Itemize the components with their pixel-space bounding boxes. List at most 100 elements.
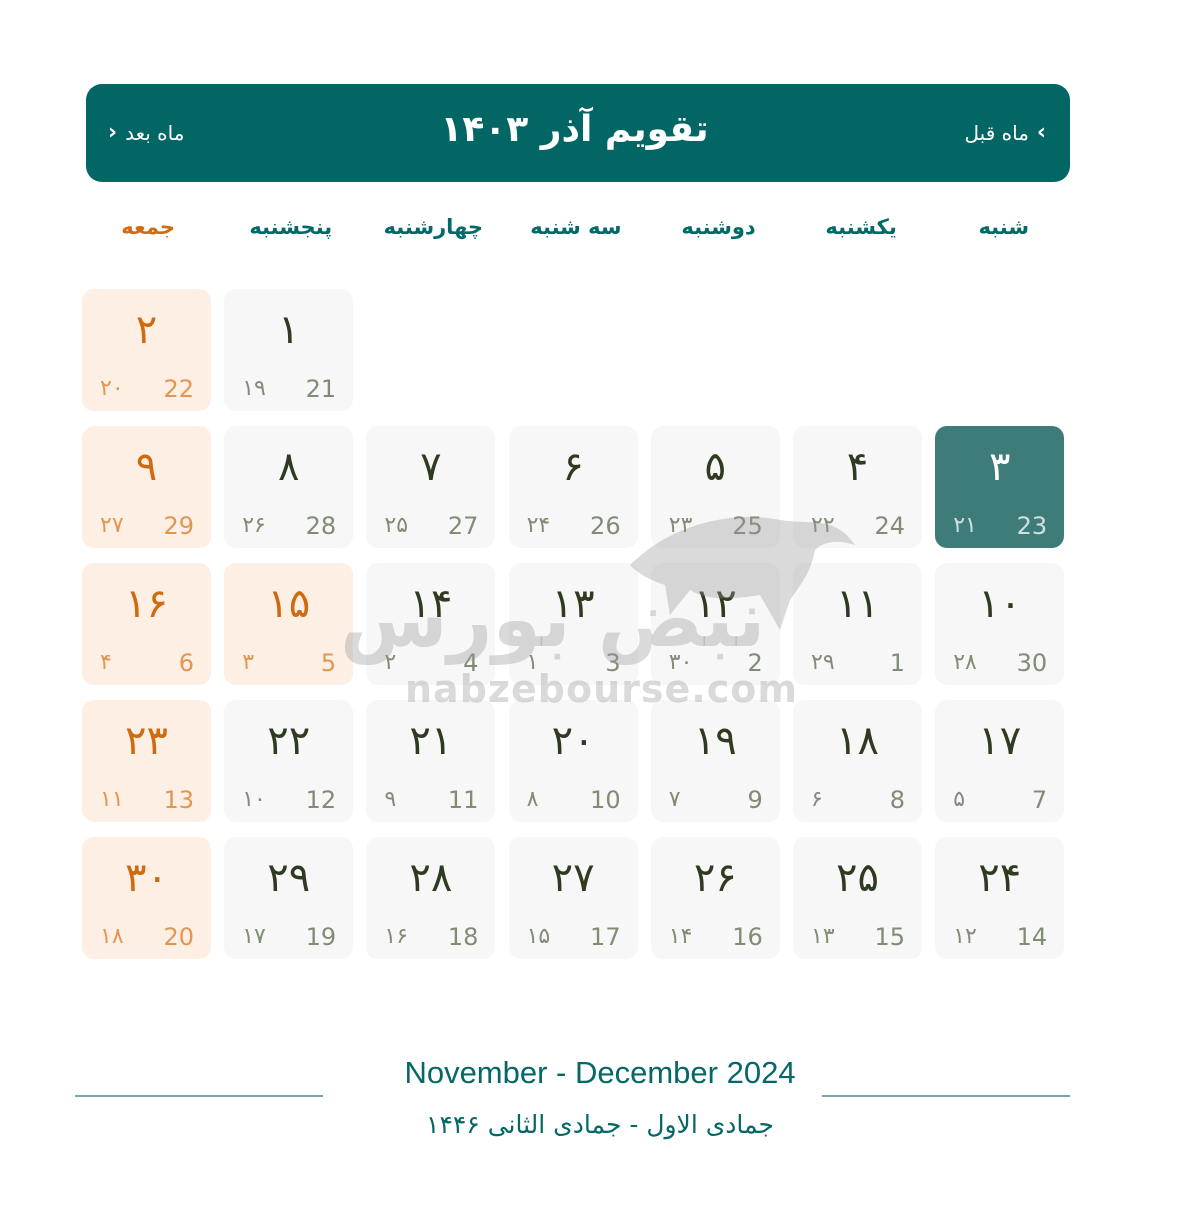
day-cell[interactable]: ۸ ۲۶ 28 (224, 426, 354, 548)
jalali-day-number: ۱۱ (836, 581, 879, 627)
hijri-day-number: ۲۵ (384, 513, 409, 538)
day-cell[interactable]: ۱۸ ۶ 8 (793, 700, 922, 822)
gregorian-day-number: 18 (447, 923, 479, 951)
gregorian-day-number: 4 (463, 649, 479, 677)
day-cell[interactable]: ۱۴ ۲ 4 (366, 563, 496, 685)
hijri-day-number: ۲۷ (100, 513, 124, 538)
day-cell[interactable]: ۲۰ ۸ 10 (508, 700, 638, 822)
day-cell[interactable]: ۱۳ ۱ 3 (508, 563, 638, 685)
gregorian-day-number: 19 (305, 923, 337, 951)
day-cell[interactable]: ۲۱ ۹ 11 (366, 700, 496, 822)
jalali-day-number: ۸ (277, 444, 300, 490)
hijri-day-number: ۲۶ (242, 513, 266, 538)
hijri-day-number: ۲۹ (811, 650, 835, 675)
next-month-label: ماه بعد (125, 121, 185, 145)
day-cell[interactable]: ۱۱ ۲۹ 1 (793, 563, 922, 685)
calendar-header: ماه بعد ‹ تقویم آذر ۱۴۰۳ › ماه قبل (86, 84, 1070, 182)
day-cell[interactable]: ۲۶ ۱۴ 16 (650, 837, 780, 959)
hijri-day-number: ۲۰ (100, 376, 124, 401)
hijri-day-number: ۱۳ (811, 924, 835, 949)
hijri-day-number: ۱۰ (242, 787, 266, 812)
hijri-day-number: ۱۶ (384, 924, 409, 949)
day-cell-holiday[interactable]: ۲۳ ۱۱ 13 (82, 700, 211, 822)
day-cell[interactable]: ۱ ۱۹ 21 (224, 289, 354, 411)
hijri-day-number: ۲۳ (668, 513, 693, 538)
gregorian-day-number: 23 (1016, 512, 1048, 540)
weekday-saturday: شنبه (978, 215, 1029, 239)
day-cell-holiday[interactable]: ۳۰ ۱۸ 20 (82, 837, 211, 959)
gregorian-day-number: 11 (447, 786, 479, 814)
hijri-day-number: ۶ (811, 787, 823, 812)
day-cell[interactable]: ۲۲ ۱۰ 12 (224, 700, 354, 822)
gregorian-day-number: 6 (178, 649, 194, 677)
gregorian-day-number: 9 (747, 786, 763, 814)
jalali-day-number: ۲۹ (267, 855, 311, 901)
prev-month-button[interactable]: › ماه قبل (965, 121, 1046, 145)
jalali-day-number: ۲۲ (267, 718, 311, 764)
gregorian-day-number: 15 (874, 923, 905, 951)
gregorian-day-number: 24 (874, 512, 905, 540)
day-cell[interactable]: ۲۷ ۱۵ 17 (508, 837, 638, 959)
hijri-day-number: ۱۷ (242, 924, 266, 949)
jalali-day-number: ۲۱ (409, 718, 453, 764)
gregorian-day-number: 3 (605, 649, 621, 677)
day-cell[interactable]: ۲۴ ۱۲ 14 (935, 837, 1065, 959)
jalali-day-number: ۱۵ (267, 581, 311, 627)
day-cell[interactable]: ۱۷ ۵ 7 (935, 700, 1065, 822)
gregorian-day-number: 20 (163, 923, 194, 951)
hijri-day-number: ۲۱ (953, 513, 977, 538)
jalali-day-number: ۱۹ (693, 718, 737, 764)
jalali-day-number: ۷ (420, 444, 442, 490)
day-cell[interactable]: ۴ ۲۲ 24 (793, 426, 922, 548)
weekday-thursday: پنجشنبه (249, 215, 333, 239)
hijri-day-number: ۱۲ (953, 924, 977, 949)
jalali-day-number: ۱۶ (125, 581, 168, 627)
day-cell[interactable]: ۵ ۲۳ 25 (650, 426, 780, 548)
calendar-title: تقویم آذر ۱۴۰۳ (440, 108, 709, 150)
gregorian-day-number: 7 (1031, 786, 1048, 814)
hijri-day-number: ۴ (100, 650, 112, 675)
jalali-day-number: ۹ (135, 444, 158, 490)
gregorian-months: November - December 2024 (404, 1055, 796, 1090)
day-cell[interactable]: ۶ ۲۴ 26 (508, 426, 638, 548)
day-cell[interactable]: ۱۰ ۲۸ 30 (935, 563, 1065, 685)
day-cell-today[interactable]: ۳ ۲۱ 23 (935, 426, 1065, 548)
day-cell[interactable]: ۱۲ ۳۰ 2 (650, 563, 780, 685)
gregorian-day-number: 22 (163, 375, 194, 403)
prev-month-label: ماه قبل (964, 121, 1029, 145)
hijri-day-number: ۳ (242, 650, 255, 675)
jalali-day-number: ۴ (846, 444, 869, 490)
gregorian-day-number: 8 (889, 786, 905, 814)
gregorian-day-number: 13 (163, 786, 194, 814)
day-cell[interactable]: ۲۵ ۱۳ 15 (793, 837, 922, 959)
hijri-day-number: ۲۸ (953, 650, 977, 675)
day-cell[interactable]: ۲۸ ۱۶ 18 (366, 837, 496, 959)
weekday-wednesday: چهارشنبه (383, 215, 484, 239)
next-month-button[interactable]: ماه بعد ‹ (108, 121, 184, 145)
weekday-friday: جمعه (121, 215, 176, 239)
hijri-months: جمادی الاول - جمادی الثانی ۱۴۴۶ (426, 1110, 774, 1139)
gregorian-day-number: 28 (305, 512, 337, 540)
chevron-left-icon: ‹ (108, 120, 118, 145)
gregorian-day-number: 14 (1016, 923, 1048, 951)
jalali-day-number: ۲۶ (693, 855, 737, 901)
gregorian-day-number: 10 (590, 786, 621, 814)
jalali-day-number: ۲۷ (551, 855, 595, 901)
day-cell[interactable]: ۱۹ ۷ 9 (650, 700, 780, 822)
day-cell-holiday[interactable]: ۱۵ ۳ 5 (224, 563, 354, 685)
weekday-header-row: شنبه یکشنبه دوشنبه سه شنبه چهارشنبه پنجش… (75, 215, 1075, 239)
day-cell[interactable]: ۲۹ ۱۷ 19 (224, 837, 354, 959)
gregorian-day-number: 21 (305, 375, 337, 403)
jalali-day-number: ۶ (562, 444, 584, 490)
gregorian-day-number: 2 (747, 649, 763, 677)
day-cell[interactable]: ۷ ۲۵ 27 (366, 426, 496, 548)
jalali-day-number: ۱۷ (978, 718, 1022, 764)
hijri-day-number: ۱۹ (242, 376, 266, 401)
day-cell-holiday[interactable]: ۲ ۲۰ 22 (82, 289, 211, 411)
jalali-day-number: ۱۳ (551, 581, 595, 627)
jalali-day-number: ۵ (704, 444, 727, 490)
day-cell-holiday[interactable]: ۹ ۲۷ 29 (82, 426, 211, 548)
gregorian-day-number: 26 (590, 512, 621, 540)
jalali-day-number: ۲۰ (551, 718, 595, 764)
day-cell-holiday[interactable]: ۱۶ ۴ 6 (82, 563, 211, 685)
